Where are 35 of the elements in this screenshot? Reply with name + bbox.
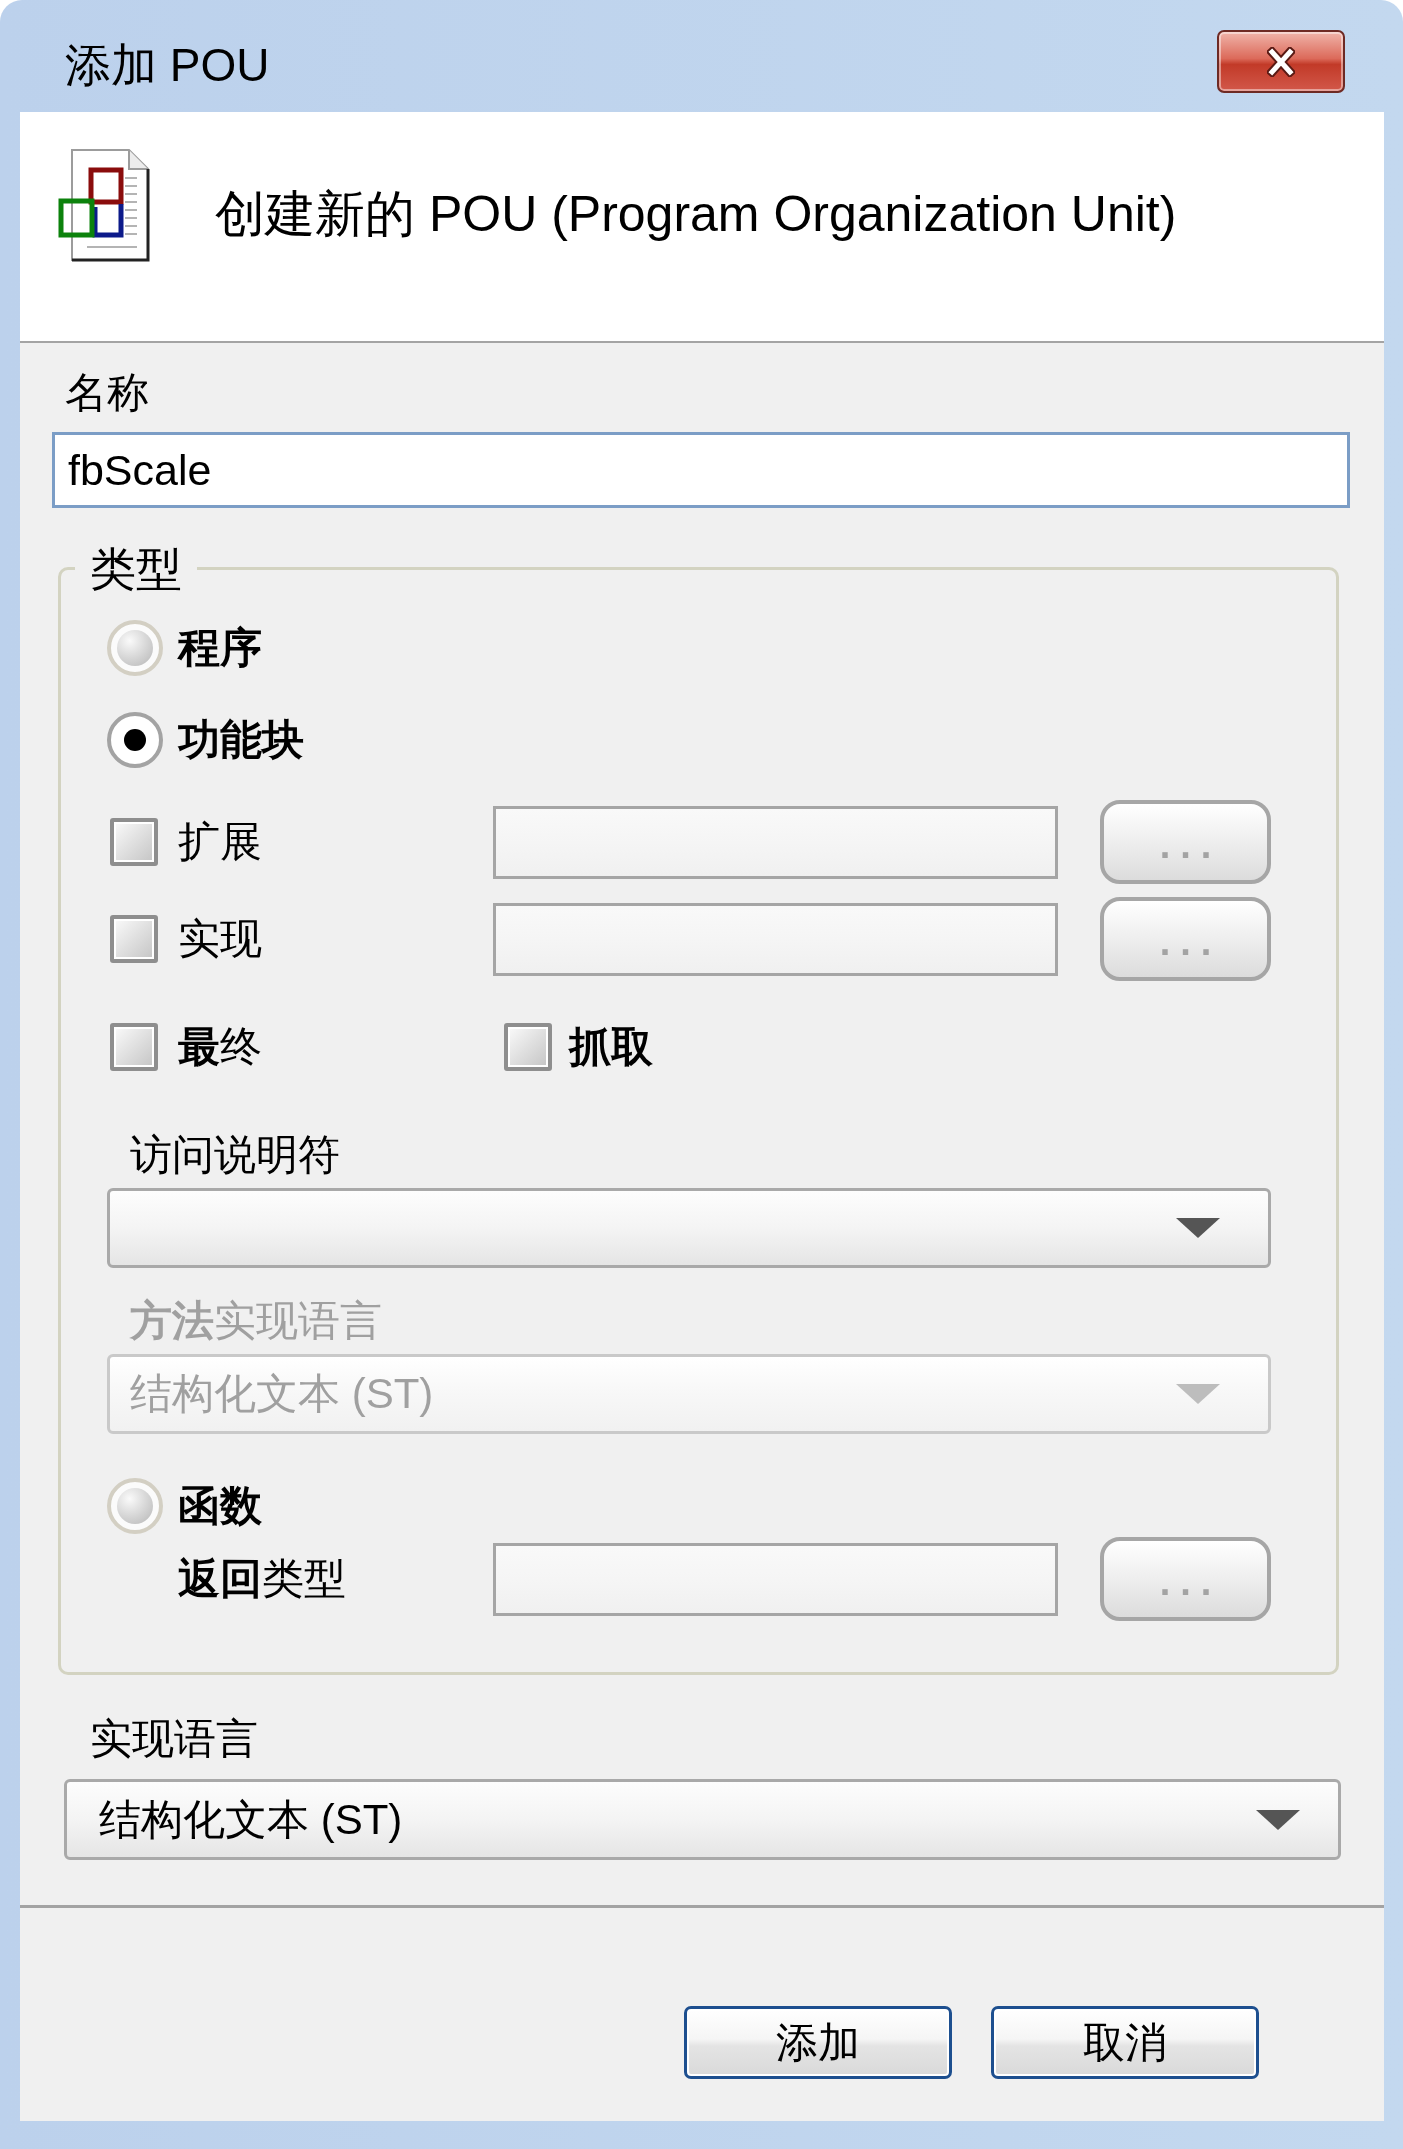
close-button[interactable] [1217, 30, 1345, 93]
name-field[interactable]: fbScale [52, 432, 1350, 508]
text-field[interactable] [493, 805, 1058, 879]
checkbox[interactable] [110, 1023, 158, 1071]
caret-icon [1256, 1809, 1300, 1830]
radio-label: 函数 [178, 1483, 262, 1529]
radio-button[interactable] [107, 620, 163, 676]
caret-icon [1176, 1218, 1220, 1238]
checkbox-label: 扩展 [178, 819, 262, 865]
field-label: 名称 [65, 368, 149, 418]
checkbox[interactable] [504, 1023, 552, 1071]
checkbox[interactable] [110, 818, 158, 866]
radio-label: 功能块 [178, 717, 304, 763]
field-label: 返回类型 [178, 1556, 346, 1602]
close-icon [1267, 46, 1295, 77]
checkbox-label: 最终 [178, 1024, 262, 1070]
caret-icon [1176, 1384, 1220, 1404]
field-label: 方法实现语言 [129, 1298, 382, 1344]
radio-button[interactable] [107, 1478, 163, 1534]
header-title: 创建新的 POU (Program Organization Unit) [215, 185, 1177, 244]
dropdown[interactable]: 结构化文本 (ST) [64, 1779, 1341, 1860]
checkbox-label: 实现 [178, 916, 262, 962]
text-field[interactable] [493, 1542, 1058, 1616]
checkbox-label: 抓取 [569, 1024, 653, 1070]
text-field[interactable] [493, 902, 1058, 976]
dropdown[interactable] [107, 1188, 1271, 1268]
radio-button[interactable] [107, 712, 163, 768]
window-title: 添加 POU [65, 38, 270, 92]
checkbox[interactable] [110, 915, 158, 963]
field-label: 实现语言 [90, 1716, 258, 1762]
add-button[interactable]: 添加 [684, 2006, 952, 2079]
field-label: 访问说明符 [129, 1132, 340, 1178]
radio-label: 程序 [178, 625, 262, 671]
cancel-button[interactable]: 取消 [991, 2006, 1259, 2079]
document-icon [57, 148, 151, 263]
